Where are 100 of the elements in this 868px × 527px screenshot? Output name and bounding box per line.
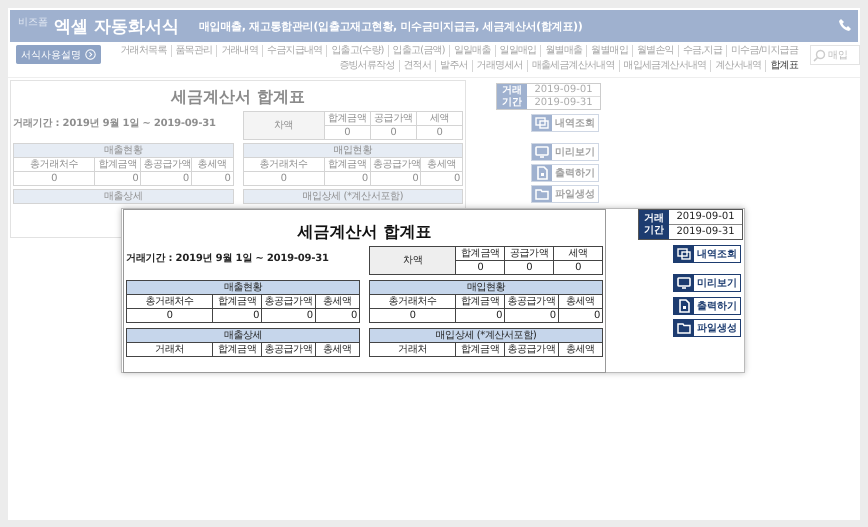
menu-item[interactable]: 합계표 (765, 60, 802, 72)
table-cell: 0 (370, 126, 416, 140)
menu-item[interactable]: 품목관리 (170, 45, 216, 57)
menu-item[interactable]: 발주서 (435, 60, 472, 72)
tool-button[interactable]: 미리보기 (673, 274, 741, 292)
column-header: 총세액 (420, 158, 462, 172)
table-cell: 0 (558, 308, 602, 322)
menu-item[interactable]: 매입세금계산서내역 (618, 60, 710, 72)
column-header: 합계금액 (324, 158, 370, 172)
sheet-title: 세금계산서 합계표 (296, 221, 432, 243)
section-title: 매입상세 (*계산서포함) (370, 328, 602, 342)
date-field[interactable]: 2019-09-31 (527, 96, 600, 109)
column-header: 공급가액 (504, 246, 554, 260)
menu-item[interactable]: 거래명세서 (472, 60, 527, 72)
column-header: 총세액 (558, 342, 602, 356)
menu-item[interactable]: 수금지급내역 (262, 45, 326, 57)
column-header: 총세액 (315, 342, 360, 356)
column-header: 총거래처수 (243, 158, 324, 172)
tool-button[interactable]: 출력하기 (673, 297, 741, 315)
table-cell: 0 (94, 172, 141, 186)
tool-button[interactable]: 내역조회 (673, 245, 741, 263)
table-cell: 0 (370, 172, 421, 186)
menu-item[interactable]: 견적서 (398, 60, 436, 72)
table-cell: 0 (243, 172, 324, 186)
menu-item[interactable]: 수금,지급 (678, 45, 726, 57)
section-title: 매출상세 (126, 328, 360, 342)
column-header: 합계금액 (456, 342, 505, 356)
guide-button[interactable]: 서식사용설명 (16, 45, 101, 64)
table-cell: 0 (262, 308, 316, 322)
row-label: 차액 (370, 246, 456, 274)
section-title: 매입현황 (243, 144, 462, 158)
period-label: 거래 기간 (639, 210, 669, 239)
menu-item[interactable]: 월별손익 (632, 45, 678, 57)
app-subtitle: 매입매출, 재고통합관리(입출고재고현황, 미수금미지급금, 세금계산서(합계표)) (198, 18, 584, 34)
row-label: 차액 (243, 112, 324, 140)
menu-item[interactable]: 거래내역 (216, 45, 262, 57)
table-cell: 0 (140, 172, 192, 186)
column-header: 공급가액 (370, 112, 416, 126)
table-cell: 0 (126, 308, 213, 322)
menu-item[interactable]: 매출세금계산서내역 (526, 60, 619, 72)
menu-item[interactable]: 일일매출 (448, 45, 495, 57)
tool-button[interactable]: 출력하기 (531, 164, 599, 182)
period-text: 거래기간 : 2019년 9월 1일 ~ 2019-09-31 (13, 117, 216, 130)
windows-icon (676, 246, 692, 262)
windows-icon (534, 115, 550, 131)
brand-label: 비즈폼 (18, 16, 48, 29)
document-icon (676, 298, 692, 314)
column-header: 총공급가액 (262, 294, 316, 308)
section-title: 매출상세 (14, 190, 233, 204)
menu-item[interactable]: 월별매입 (586, 45, 632, 57)
date-field[interactable]: 2019-09-01 (527, 84, 600, 96)
menu-item[interactable]: 미수금/미지급금 (726, 45, 802, 57)
column-header: 합계금액 (212, 294, 262, 308)
section-title: 매입상세 (*계산서포함) (243, 190, 462, 204)
table-cell: 0 (504, 260, 554, 274)
monitor-icon (676, 275, 692, 291)
column-header: 세액 (416, 112, 462, 126)
table-cell: 0 (315, 308, 360, 322)
column-header: 거래처 (370, 342, 456, 356)
tool-button[interactable]: 내역조회 (531, 114, 599, 132)
monitor-icon (534, 144, 550, 160)
period-label: 거래 기간 (497, 84, 527, 109)
column-header: 총공급가액 (140, 158, 192, 172)
column-header: 총공급가액 (504, 342, 558, 356)
app-title: 엑셀 자동화서식 (54, 16, 179, 38)
search-icon (813, 48, 826, 62)
table-cell: 0 (554, 260, 602, 274)
table-cell: 0 (370, 308, 456, 322)
menu-item[interactable]: 일일매입 (494, 45, 540, 57)
date-field[interactable]: 2019-09-31 (669, 224, 742, 239)
menu-item[interactable]: 계산서내역 (710, 60, 766, 72)
table-cell: 0 (212, 308, 262, 322)
column-header: 총공급가액 (262, 342, 316, 356)
section-title: 매입현황 (370, 280, 602, 294)
menu-item[interactable]: 거래처목록 (116, 45, 171, 57)
menu-item[interactable]: 입출고(금액) (388, 45, 449, 57)
column-header: 거래처 (126, 342, 213, 356)
column-header: 총공급가액 (370, 158, 421, 172)
column-header: 합계금액 (324, 112, 370, 126)
column-header: 합계금액 (456, 294, 505, 308)
tool-button[interactable]: 미리보기 (531, 143, 599, 161)
column-header: 총거래처수 (14, 158, 95, 172)
menu-item[interactable]: 월별매출 (540, 45, 586, 57)
sheet-title: 세금계산서 합계표 (170, 86, 306, 108)
column-header: 세액 (554, 246, 602, 260)
table-cell: 0 (416, 126, 462, 140)
column-header: 총공급가액 (504, 294, 558, 308)
table-cell: 0 (191, 172, 233, 186)
section-title: 매출현황 (126, 280, 360, 294)
menu-item[interactable]: 증빙서류작성 (335, 60, 399, 72)
date-field[interactable]: 2019-09-01 (669, 210, 742, 224)
tool-button[interactable]: 파일생성 (673, 319, 741, 337)
table-cell: 0 (456, 308, 505, 322)
column-header: 총세액 (558, 294, 602, 308)
menu-item[interactable]: 입출고(수량) (326, 45, 388, 57)
search-field[interactable]: 매입 (810, 45, 860, 65)
tool-button[interactable]: 파일생성 (531, 185, 599, 203)
column-header: 총거래처수 (370, 294, 456, 308)
column-header: 합계금액 (94, 158, 141, 172)
column-header: 합계금액 (456, 246, 505, 260)
